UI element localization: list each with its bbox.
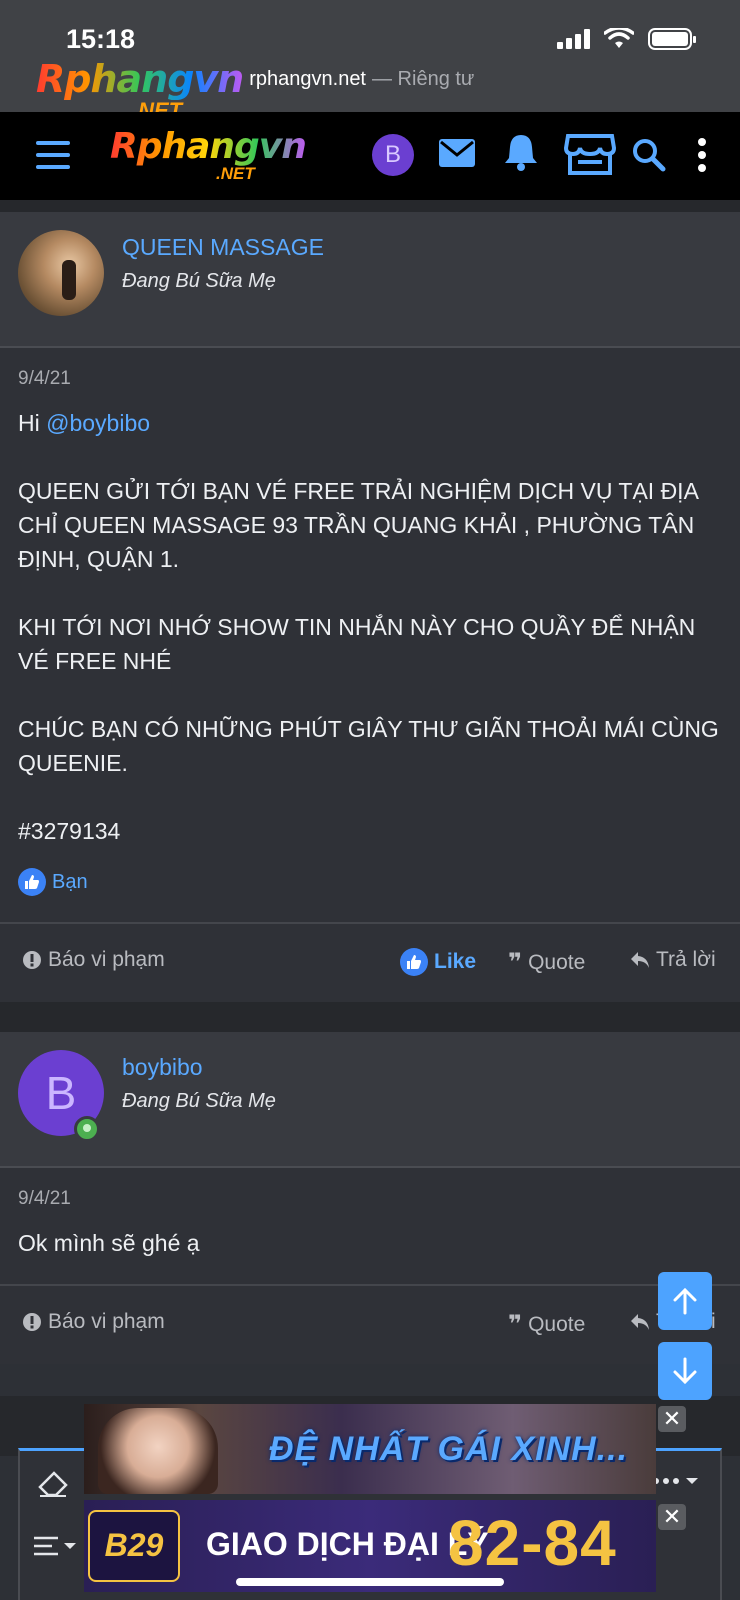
reaction-summary[interactable]: Bạn <box>18 868 722 922</box>
align-icon[interactable] <box>32 1535 80 1557</box>
user-avatar[interactable] <box>18 230 104 316</box>
post-body: 9/4/21 Hi @boybibo QUEEN GỬI TỚI BẠN VÉ … <box>0 348 740 922</box>
user-title: Đang Bú Sữa Mẹ <box>122 270 276 292</box>
quote-button[interactable]: ❞ Quote <box>508 948 585 977</box>
post-date[interactable]: 9/4/21 <box>18 1188 722 1210</box>
post-message: Ok mình sẽ ghé ạ <box>18 1230 200 1256</box>
post-header: B boybibo Đang Bú Sữa Mẹ <box>0 1032 740 1168</box>
close-ad-button[interactable]: ✕ <box>658 1504 686 1530</box>
quote-icon: ❞ <box>508 1311 523 1338</box>
reply-icon <box>631 952 649 968</box>
home-indicator[interactable] <box>236 1578 504 1586</box>
alert-icon <box>23 951 41 969</box>
post-username[interactable]: boybibo <box>122 1054 203 1081</box>
like-icon <box>400 948 428 976</box>
post-message: Hi @boybibo QUEEN GỬI TỚI BẠN VÉ FREE TR… <box>18 406 722 848</box>
like-icon <box>18 868 46 896</box>
ad-model-image <box>98 1408 218 1494</box>
site-navbar: Rphangvn .NET B <box>0 112 740 200</box>
store-icon[interactable] <box>564 132 616 176</box>
ad-banner-text: GIAO DỊCH ĐẠI LÝ <box>206 1526 489 1562</box>
arrow-down-icon <box>673 1357 697 1385</box>
search-icon[interactable] <box>632 138 666 172</box>
reaction-label: Bạn <box>52 870 88 893</box>
scroll-top-button[interactable] <box>658 1272 712 1330</box>
close-ad-button[interactable]: ✕ <box>658 1406 686 1432</box>
mail-icon[interactable] <box>438 138 476 168</box>
online-status-icon <box>74 1116 100 1142</box>
like-button[interactable]: Like <box>400 948 476 976</box>
more-options-icon[interactable] <box>652 1475 704 1487</box>
user-title: Đang Bú Sữa Mẹ <box>122 1090 276 1112</box>
report-button[interactable]: Báo vi phạm <box>22 948 165 972</box>
scroll-bottom-button[interactable] <box>658 1342 712 1400</box>
bell-icon[interactable] <box>504 132 538 172</box>
site-favicon-logo: Rphangvn <box>36 57 244 101</box>
quote-button[interactable]: ❞ Quote <box>508 1310 585 1339</box>
reply-icon <box>631 1314 649 1330</box>
account-avatar[interactable]: B <box>372 134 414 176</box>
greeting-text: Hi <box>18 410 47 436</box>
ad-banner-text: ĐỆ NHẤT GÁI XINH... <box>269 1430 629 1468</box>
report-button[interactable]: Báo vi phạm <box>22 1310 165 1334</box>
ad-banner-number: 82-84 <box>448 1507 617 1579</box>
url-domain: rphangvn.net <box>249 67 366 90</box>
alert-icon <box>23 1313 41 1331</box>
message-paragraph: KHI TỚI NƠI NHỚ SHOW TIN NHẮN NÀY CHO QU… <box>18 614 696 674</box>
message-paragraph: CHÚC BẠN CÓ NHỮNG PHÚT GIÂY THƯ GIÃN THO… <box>18 716 719 776</box>
browser-chrome: 15:18 Rphangvn .NET rphangvn.net — Riêng… <box>0 0 740 123</box>
more-vertical-icon[interactable] <box>696 136 708 174</box>
ad-brand-logo: B29 <box>88 1510 180 1582</box>
ad-banner-top[interactable]: ĐỆ NHẤT GÁI XINH... <box>84 1404 656 1494</box>
post-queen-massage: QUEEN MASSAGE Đang Bú Sữa Mẹ 9/4/21 Hi @… <box>0 212 740 1002</box>
post-actions: Báo vi phạm Like ❞ Quote Trả lời <box>0 922 740 1002</box>
post-header: QUEEN MASSAGE Đang Bú Sữa Mẹ <box>0 212 740 348</box>
post-date[interactable]: 9/4/21 <box>18 368 722 390</box>
post-actions: Báo vi phạm ❞ Quote Trả lời <box>0 1284 740 1364</box>
menu-icon[interactable] <box>36 141 70 169</box>
post-username[interactable]: QUEEN MASSAGE <box>122 234 324 261</box>
wifi-icon <box>604 28 634 48</box>
eraser-icon[interactable] <box>38 1471 68 1497</box>
url-private-label: — Riêng tư <box>372 67 475 90</box>
message-paragraph: QUEEN GỬI TỚI BẠN VÉ FREE TRẢI NGHIỆM DỊ… <box>18 478 698 572</box>
status-time: 15:18 <box>66 24 136 54</box>
post-body: 9/4/21 Ok mình sẽ ghé ạ <box>0 1168 740 1284</box>
reply-button[interactable]: Trả lời <box>630 948 716 972</box>
message-paragraph: #3279134 <box>18 818 121 844</box>
battery-icon <box>648 28 696 50</box>
post-boybibo: B boybibo Đang Bú Sữa Mẹ 9/4/21 Ok mình … <box>0 1032 740 1364</box>
site-logo-suffix: .NET <box>216 164 255 183</box>
section-gap <box>0 1002 740 1032</box>
user-mention-link[interactable]: @boybibo <box>46 410 150 436</box>
url-bar[interactable]: Rphangvn .NET rphangvn.net — Riêng tư <box>36 57 475 123</box>
signal-icon <box>557 29 590 49</box>
status-icons <box>557 28 696 50</box>
site-logo[interactable]: Rphangvn <box>110 126 307 167</box>
quote-icon: ❞ <box>508 949 523 976</box>
arrow-up-icon <box>673 1287 697 1315</box>
section-gap <box>0 200 740 212</box>
